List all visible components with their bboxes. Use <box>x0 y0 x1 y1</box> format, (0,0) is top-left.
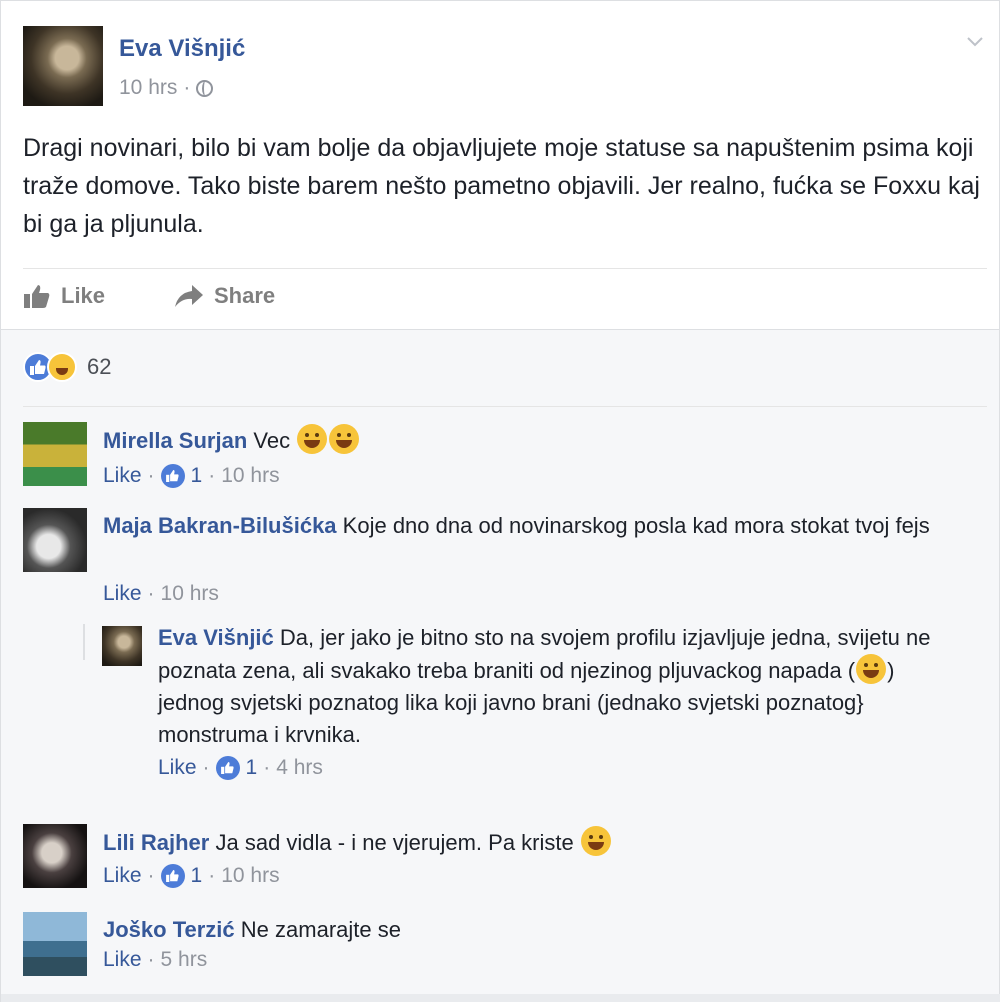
avatar[interactable] <box>102 626 142 666</box>
comment-text: Vec <box>253 428 291 453</box>
comment-item: Mirella Surjan Vec Like · 1 · 10 hrs <box>23 422 987 492</box>
like-button[interactable]: Like <box>23 283 105 309</box>
comment-like-link[interactable]: Like <box>103 864 142 888</box>
reaction-summary[interactable]: 62 <box>23 352 111 382</box>
like-reaction-icon <box>160 864 185 888</box>
comment-time[interactable]: 5 hrs <box>161 948 208 972</box>
comment-text: Ne zamarajte se <box>240 917 401 942</box>
post-meta: 10 hrs · <box>119 76 214 100</box>
comment-item: Maja Bakran-Bilušićka Koje dno dna od no… <box>23 508 987 608</box>
like-reaction-icon <box>160 464 185 488</box>
comment-text: Ja sad vidla - i ne vjerujem. Pa kriste <box>215 830 574 855</box>
comment-text: Koje dno dna od novinarskog posla kad mo… <box>342 513 930 538</box>
chevron-down-icon[interactable] <box>965 31 985 51</box>
comment-like-link[interactable]: Like <box>103 464 142 488</box>
share-button[interactable]: Share <box>174 283 275 309</box>
comment-like-count[interactable]: 1 <box>246 756 258 780</box>
like-reaction-icon <box>215 756 240 780</box>
comment-text: Da, jer jako je bitno sto na svojem prof… <box>158 625 931 683</box>
bottom-border <box>1 994 1000 1002</box>
comments-section: 62 Mirella Surjan Vec Like · 1 · 10 hrs … <box>0 330 1000 1002</box>
comment-like-link[interactable]: Like <box>103 582 142 606</box>
comment-time[interactable]: 10 hrs <box>221 864 279 888</box>
commenter-name[interactable]: Maja Bakran-Bilušićka <box>103 513 337 538</box>
grinning-emoji <box>856 654 887 684</box>
avatar[interactable] <box>23 508 87 572</box>
grinning-emoji <box>297 424 328 454</box>
author-avatar[interactable] <box>23 26 103 106</box>
reaction-count: 62 <box>87 354 112 379</box>
commenter-name[interactable]: Lili Rajher <box>103 830 209 855</box>
like-icon <box>24 285 50 308</box>
comment-like-count[interactable]: 1 <box>191 464 203 488</box>
globe-icon[interactable] <box>196 79 214 97</box>
commenter-name[interactable]: Mirella Surjan <box>103 428 247 453</box>
avatar[interactable] <box>23 422 87 486</box>
share-label: Share <box>214 283 276 308</box>
grinning-emoji <box>580 826 611 856</box>
comment-item: Joško Terzić Ne zamarajte se Like · 5 hr… <box>23 912 987 982</box>
divider <box>23 406 987 407</box>
comment-like-link[interactable]: Like <box>158 756 197 780</box>
avatar[interactable] <box>23 912 87 976</box>
comment-like-count[interactable]: 1 <box>191 864 203 888</box>
like-label: Like <box>61 283 106 308</box>
grinning-emoji <box>329 424 360 454</box>
commenter-name[interactable]: Joško Terzić <box>103 917 235 942</box>
share-icon <box>175 285 203 307</box>
meta-separator: · <box>183 76 191 99</box>
post-time[interactable]: 10 hrs <box>119 76 177 100</box>
post-text: Dragi novinari, bilo bi vam bolje da obj… <box>23 134 980 238</box>
reply-item: Eva Višnjić Da, jer jako je bitno sto na… <box>102 620 987 790</box>
comment-item: Lili Rajher Ja sad vidla - i ne vjerujem… <box>23 824 987 894</box>
haha-icon <box>47 352 77 382</box>
divider <box>23 268 987 269</box>
post-card: Eva Višnjić 10 hrs · Dragi novinari, bil… <box>0 0 1000 330</box>
comment-time[interactable]: 10 hrs <box>221 464 279 488</box>
avatar[interactable] <box>23 824 87 888</box>
commenter-name[interactable]: Eva Višnjić <box>158 625 274 650</box>
author-name[interactable]: Eva Višnjić <box>119 35 245 63</box>
comment-time[interactable]: 4 hrs <box>276 756 323 780</box>
comment-time[interactable]: 10 hrs <box>161 582 219 606</box>
reply-thread-line <box>83 624 85 660</box>
comment-like-link[interactable]: Like <box>103 948 142 972</box>
